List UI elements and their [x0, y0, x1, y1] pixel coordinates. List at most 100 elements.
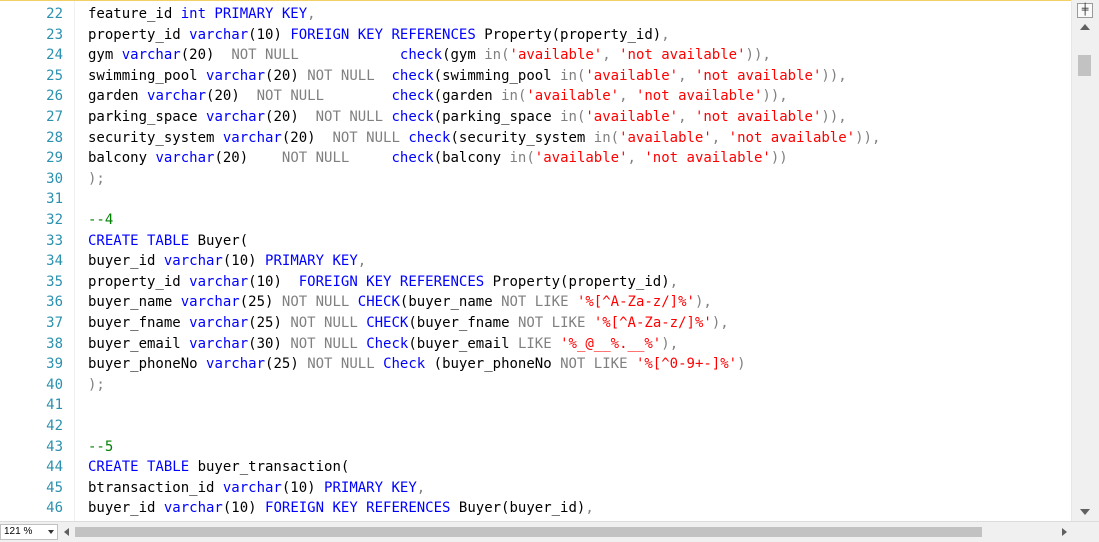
code-token: ,: [669, 273, 679, 290]
line-number: 34: [46, 253, 63, 270]
code-text[interactable]: --5: [88, 437, 113, 457]
code-line[interactable]: 36 buyer_name varchar(25) NOT NULL CHECK(…: [0, 292, 1071, 313]
code-line[interactable]: 34 buyer_id varchar(10) PRIMARY KEY,: [0, 251, 1071, 272]
code-token: buyer_transaction(: [197, 459, 350, 476]
code-token: NOT LIKE: [501, 294, 569, 311]
code-token: garden: [88, 88, 148, 105]
code-token: ): [737, 356, 746, 373]
code-token: '%_@__%.__%': [560, 335, 662, 352]
code-line[interactable]: 35 property_id varchar(10) FOREIGN KEY RE…: [0, 272, 1071, 293]
code-text[interactable]: );: [88, 375, 105, 395]
horizontal-scroll-thumb[interactable]: [75, 527, 982, 537]
code-line[interactable]: 41: [0, 395, 1071, 416]
zoom-dropdown[interactable]: 121 %: [0, 524, 58, 540]
code-token: );: [88, 170, 105, 187]
code-token: (25): [239, 294, 282, 311]
code-token: (parking_space: [433, 109, 561, 125]
code-text[interactable]: buyer_email varchar(30) NOT NULL Check(b…: [88, 334, 678, 354]
code-token: NOT NULL: [290, 335, 358, 352]
code-text[interactable]: swimming_pool varchar(20) NOT NULL check…: [88, 66, 847, 86]
code-text[interactable]: btransaction_id varchar(10) PRIMARY KEY,: [88, 478, 425, 498]
code-token: in: [560, 109, 577, 125]
line-number: 40: [46, 376, 63, 393]
code-token: NOT NULL: [315, 109, 384, 125]
code-text[interactable]: parking_space varchar(20) NOT NULL check…: [88, 107, 847, 127]
scroll-down-arrow-icon[interactable]: [1080, 509, 1090, 515]
scroll-left-arrow-icon[interactable]: [64, 528, 69, 536]
code-token: (10): [222, 500, 266, 517]
code-line[interactable]: 39 buyer_phoneNo varchar(25) NOT NULL Che…: [0, 354, 1071, 375]
code-text[interactable]: buyer_fname varchar(25) NOT NULL CHECK(b…: [88, 313, 729, 333]
code-token: (: [501, 47, 510, 64]
code-text[interactable]: buyer_id varchar(10) FOREIGN KEY REFEREN…: [88, 498, 594, 518]
code-token: ,: [678, 109, 695, 125]
code-token: )): [770, 150, 788, 167]
line-number: 24: [46, 47, 63, 64]
code-token: '%[^0-9+-]%': [635, 356, 738, 373]
line-number: 39: [46, 356, 63, 373]
code-token: 'available': [585, 67, 679, 84]
code-text[interactable]: --4: [88, 210, 113, 230]
code-text[interactable]: gym varchar(20) NOT NULL check(gym in('a…: [88, 45, 771, 65]
code-line[interactable]: 38 buyer_email varchar(30) NOT NULL Check…: [0, 334, 1071, 355]
code-token: varchar: [222, 129, 282, 146]
code-token: ,: [307, 6, 316, 22]
code-token: Buyer(buyer_id): [458, 500, 586, 517]
code-text[interactable]: property_id varchar(10) FOREIGN KEY REFE…: [88, 272, 678, 292]
code-line[interactable]: 23 property_id varchar(10) FOREIGN KEY RE…: [0, 25, 1071, 46]
zoom-dropdown-arrow-icon[interactable]: [48, 530, 54, 534]
scroll-up-arrow-icon[interactable]: [1080, 24, 1090, 30]
code-line[interactable]: 37 buyer_fname varchar(25) NOT NULL CHECK…: [0, 313, 1071, 334]
vertical-scroll-thumb[interactable]: [1078, 55, 1091, 76]
code-text[interactable]: garden varchar(20) NOT NULL check(garden…: [88, 86, 788, 106]
code-text[interactable]: balcony varchar(20) NOT NULL check(balco…: [88, 148, 788, 168]
code-line[interactable]: 44 CREATE TABLE buyer_transaction(: [0, 457, 1071, 478]
code-line[interactable]: 31: [0, 189, 1071, 210]
code-line[interactable]: 46 buyer_id varchar(10) FOREIGN KEY REFER…: [0, 498, 1071, 519]
code-line[interactable]: 40);: [0, 375, 1071, 396]
code-editor[interactable]: 22 feature_id int PRIMARY KEY, 23 property_…: [0, 0, 1071, 521]
code-line[interactable]: 45 btransaction_id varchar(10) PRIMARY KE…: [0, 478, 1071, 499]
code-text[interactable]: security_system varchar(20) NOT NULL che…: [88, 128, 880, 148]
code-line[interactable]: 29 balcony varchar(20) NOT NULL check(bal…: [0, 148, 1071, 169]
code-line[interactable]: 43 --5: [0, 437, 1071, 458]
code-token: varchar: [206, 67, 266, 84]
code-token: 'available': [534, 150, 628, 167]
code-line[interactable]: 25 swimming_pool varchar(20) NOT NULL che…: [0, 66, 1071, 87]
code-text[interactable]: buyer_phoneNo varchar(25) NOT NULL Check…: [88, 354, 746, 374]
split-window-button[interactable]: ╪: [1077, 3, 1093, 18]
code-text[interactable]: CREATE TABLE buyer_transaction(: [88, 457, 349, 477]
code-token: );: [88, 376, 105, 393]
vertical-scrollbar[interactable]: ╪: [1071, 0, 1099, 521]
code-text[interactable]: property_id varchar(10) FOREIGN KEY REFE…: [88, 25, 670, 45]
code-line[interactable]: 42: [0, 416, 1071, 437]
code-text[interactable]: CREATE TABLE Buyer(: [88, 231, 248, 251]
code-line[interactable]: 22 feature_id int PRIMARY KEY,: [0, 4, 1071, 25]
code-line[interactable]: 30);: [0, 169, 1071, 190]
code-token: 'not available': [644, 150, 771, 167]
line-number: 30: [46, 170, 63, 187]
code-token: varchar: [189, 26, 249, 43]
code-token: 'not available': [728, 129, 856, 146]
code-token: CHECK: [357, 294, 400, 311]
line-number: 29: [46, 150, 63, 167]
code-line[interactable]: 28 security_system varchar(20) NOT NULL c…: [0, 128, 1071, 149]
code-text[interactable]: buyer_name varchar(25) NOT NULL CHECK(bu…: [88, 292, 712, 312]
code-token: )): [762, 88, 780, 105]
code-text[interactable]: feature_id int PRIMARY KEY,: [88, 4, 316, 24]
code-line[interactable]: 33 CREATE TABLE Buyer(: [0, 231, 1071, 252]
line-number: 37: [46, 315, 63, 331]
code-text[interactable]: buyer_id varchar(10) PRIMARY KEY,: [88, 251, 366, 271]
code-token: varchar: [163, 253, 223, 270]
code-token: ,: [678, 67, 695, 84]
code-line[interactable]: 26 garden varchar(20) NOT NULL check(gard…: [0, 86, 1071, 107]
scroll-right-arrow-icon[interactable]: [1062, 528, 1067, 536]
code-token: ,: [711, 129, 729, 146]
code-line[interactable]: 24 gym varchar(20) NOT NULL check(gym in(…: [0, 45, 1071, 66]
code-line[interactable]: 27 parking_space varchar(20) NOT NULL che…: [0, 107, 1071, 128]
line-number: 38: [46, 335, 63, 352]
code-token: )): [821, 67, 839, 84]
code-line[interactable]: 32 --4: [0, 210, 1071, 231]
code-text[interactable]: );: [88, 169, 105, 189]
